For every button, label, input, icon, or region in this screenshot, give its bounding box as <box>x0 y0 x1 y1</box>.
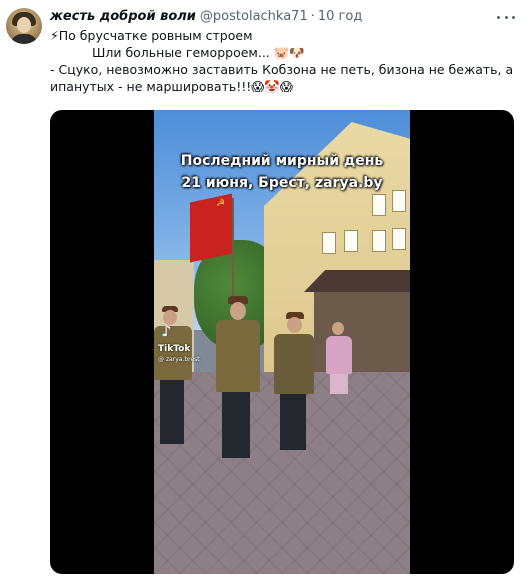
more-horizontal-icon-dot <box>512 15 515 19</box>
tweet-text-line: - Сцуко, невозможно заставить Кобзона не… <box>50 62 514 77</box>
video-overlay-line: 21 июня, Брест, zarya.by <box>181 175 383 191</box>
tiktok-watermark-brand: TikTok <box>158 344 191 354</box>
tiktok-watermark-user: @ zarya.brest <box>158 356 200 363</box>
avatar-face <box>17 17 31 33</box>
tiktok-logo-icon: ♪ <box>162 322 172 340</box>
timestamp[interactable]: 10 год <box>318 9 362 24</box>
marcher-legs <box>330 374 348 394</box>
video-frame[interactable]: ☭ Последний мирный день 21 июня, Брест, … <box>154 110 410 574</box>
marcher-torso <box>216 320 260 392</box>
avatar-body <box>10 34 38 44</box>
tweet-header: жесть доброй воли @postolachka71 · 10 го… <box>50 9 362 27</box>
tweet-text-line: Шли больные геморроем... 🐷🐶 <box>92 45 305 60</box>
more-options-button[interactable] <box>497 10 515 24</box>
window <box>372 230 386 252</box>
marcher-legs <box>160 380 184 444</box>
more-horizontal-icon-dot <box>504 15 508 19</box>
video-media[interactable]: ☭ Последний мирный день 21 июня, Брест, … <box>50 110 514 574</box>
marcher-head <box>230 302 246 320</box>
tweet[interactable]: жесть доброй воли @postolachka71 · 10 го… <box>0 0 531 580</box>
window <box>322 232 336 254</box>
marcher-legs <box>280 394 306 450</box>
user-handle[interactable]: @postolachka71 <box>200 9 308 24</box>
marcher-torso <box>326 336 352 374</box>
window <box>392 228 406 250</box>
marcher-head <box>332 322 344 335</box>
more-horizontal-icon <box>497 15 500 19</box>
tweet-text: ⚡По брусчатке ровным строем Шли больные … <box>50 27 520 95</box>
tweet-text-line: ⚡По брусчатке ровным строем <box>50 28 253 43</box>
window <box>372 194 386 216</box>
hammer-sickle-icon: ☭ <box>216 198 225 209</box>
window <box>344 230 358 252</box>
red-flag <box>190 193 232 263</box>
video-overlay-line: Последний мирный день <box>180 153 384 169</box>
marcher-legs <box>222 392 250 458</box>
tweet-text-line: ипанутых - не маршировать!!!😱🤡😱 <box>50 79 293 94</box>
video-overlay-title: Последний мирный день 21 июня, Брест, za… <box>154 150 410 194</box>
marcher-torso <box>274 334 314 394</box>
display-name[interactable]: жесть доброй воли <box>50 9 196 24</box>
separator-dot: · <box>310 9 315 24</box>
marcher-head <box>287 317 302 333</box>
avatar[interactable] <box>6 8 42 44</box>
